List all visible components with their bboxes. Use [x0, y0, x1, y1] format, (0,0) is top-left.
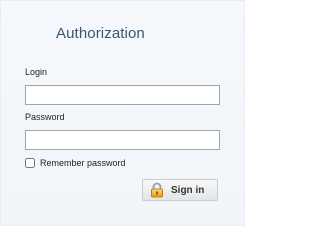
- lock-icon: [149, 182, 165, 198]
- sign-in-label: Sign in: [171, 184, 205, 196]
- password-input[interactable]: [25, 130, 220, 150]
- sign-in-button[interactable]: Sign in: [142, 179, 218, 201]
- authorization-panel: Authorization Login Password Remember pa…: [0, 0, 245, 226]
- password-label: Password: [25, 112, 65, 122]
- remember-password-label: Remember password: [40, 158, 126, 168]
- login-input[interactable]: [25, 85, 220, 105]
- login-label: Login: [25, 67, 48, 77]
- panel-title: Authorization: [56, 25, 145, 42]
- remember-password-option[interactable]: Remember password: [25, 156, 126, 170]
- remember-password-checkbox[interactable]: [25, 158, 35, 168]
